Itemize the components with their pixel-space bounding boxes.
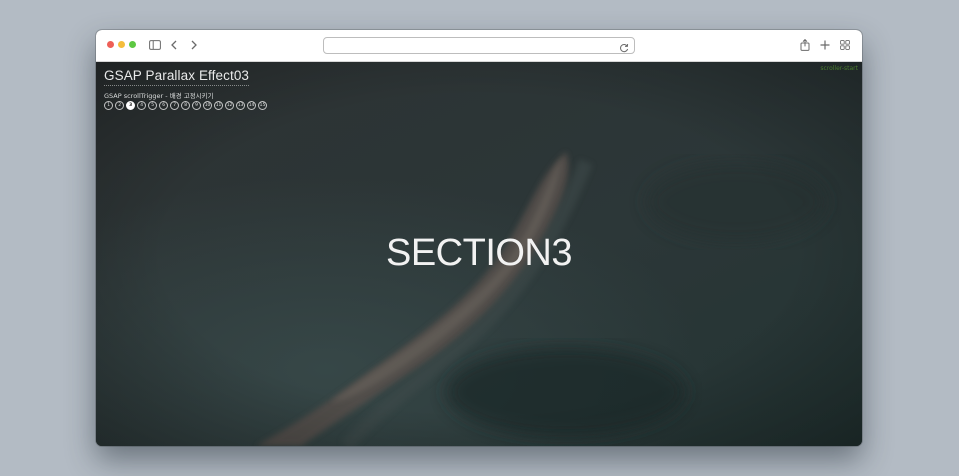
pager-dot-15[interactable]: 15 — [257, 101, 268, 111]
pager-dot-12[interactable]: 12 — [224, 101, 235, 111]
reload-icon[interactable] — [618, 39, 630, 53]
minimize-window-button[interactable] — [118, 41, 125, 48]
page-title: GSAP Parallax Effect03 — [104, 68, 250, 86]
pager-dot-3[interactable]: 3 — [125, 101, 136, 111]
section-pager: 1 2 3 4 5 6 7 8 9 10 11 12 13 14 15 — [104, 101, 268, 111]
pager-dot-7[interactable]: 7 — [169, 101, 180, 111]
pager-dot-1[interactable]: 1 — [104, 101, 114, 111]
forward-icon[interactable] — [186, 37, 202, 53]
browser-toolbar — [96, 30, 862, 62]
close-window-button[interactable] — [107, 41, 114, 48]
new-tab-icon[interactable] — [817, 37, 833, 53]
tab-overview-icon[interactable] — [837, 37, 853, 53]
share-icon[interactable] — [797, 37, 813, 53]
pager-dot-2[interactable]: 2 — [114, 101, 125, 111]
pager-dot-10[interactable]: 10 — [202, 101, 213, 111]
section-heading: SECTION3 — [385, 232, 573, 274]
page-subtitle: GSAP scrollTrigger - 배경 고정시키기 — [104, 92, 214, 100]
pager-dot-13[interactable]: 13 — [235, 101, 246, 111]
pager-dot-9[interactable]: 9 — [191, 101, 202, 111]
browser-window: GSAP Parallax Effect03 GSAP scrollTrigge… — [96, 30, 862, 446]
back-icon[interactable] — [166, 37, 182, 53]
pager-dot-8[interactable]: 8 — [180, 101, 191, 111]
pager-dot-4[interactable]: 4 — [136, 101, 147, 111]
address-bar[interactable] — [323, 37, 635, 54]
zoom-window-button[interactable] — [129, 41, 136, 48]
pager-dot-11[interactable]: 11 — [213, 101, 224, 111]
scroll-marker-label: scroller-start — [820, 65, 858, 72]
page-viewport[interactable]: GSAP Parallax Effect03 GSAP scrollTrigge… — [96, 62, 862, 446]
pager-dot-14[interactable]: 14 — [246, 101, 257, 111]
pager-dot-5[interactable]: 5 — [147, 101, 158, 111]
pager-dot-6[interactable]: 6 — [158, 101, 169, 111]
sidebar-icon[interactable] — [147, 37, 163, 53]
